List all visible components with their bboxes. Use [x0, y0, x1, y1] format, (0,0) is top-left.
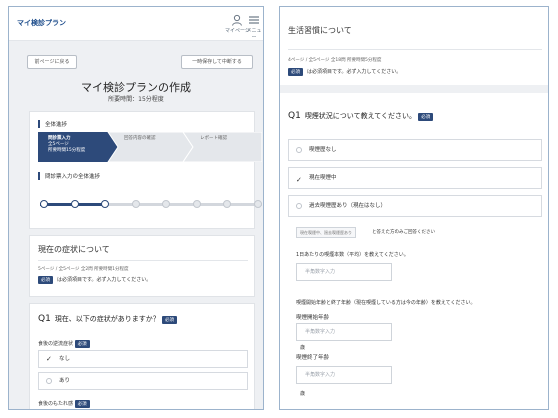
- start-age-label: 喫煙開始年齢: [296, 315, 330, 321]
- question-required-badge: 必須: [418, 113, 434, 121]
- progress-dot: [101, 200, 110, 208]
- question-required-badge: 必須: [162, 316, 178, 324]
- subquestion-1-label: 食後の逆流症状 必須: [38, 340, 94, 348]
- end-age-unit: 歳: [300, 391, 306, 397]
- question-title: Q1 喫煙状況について教えてください。 必須: [288, 111, 437, 121]
- end-age-input[interactable]: 半角数字入力: [296, 366, 392, 384]
- required-note: 必須 は必須項目です。必ず入力してください。: [288, 68, 401, 76]
- conditional-chip: 現在喫煙中、過去喫煙歴あり: [296, 227, 356, 238]
- step-1: 問診票入力 全5ページ 所要時間15分程度: [38, 132, 108, 162]
- subquestion-2-label: 食後のもたれ感 必須: [38, 400, 94, 408]
- progress-track: [40, 200, 262, 208]
- subquestion-2-text: 食後のもたれ感: [38, 401, 74, 407]
- question-progress-label: 問診票入力の全体進捗: [38, 172, 100, 180]
- question-number: Q1: [38, 314, 51, 324]
- option-past-smoker[interactable]: 過去喫煙歴あり（現在はなし）: [288, 195, 542, 217]
- conditional-note: と答えた方のみご回答ください: [372, 230, 435, 235]
- option-none[interactable]: ✓ なし: [38, 350, 248, 368]
- question-text: 現在、以下の症状がありますか？: [54, 315, 160, 323]
- section-header-card: 現在の症状について 5ページ / 全5ページ 全2問 所要時間1分程度 必須 は必…: [29, 235, 255, 297]
- option-currently-smoking-label: 現在喫煙中: [309, 175, 337, 181]
- age-range-label: 喫煙開始年齢と終了年齢（現在喫煙している方は今の年齢）を教えてください。: [296, 300, 476, 306]
- step-2: 回答内容の確認: [114, 132, 180, 162]
- required-badge: 必須: [38, 276, 53, 284]
- start-age-unit: 歳: [300, 345, 306, 351]
- checkmark-icon: ✓: [46, 355, 52, 363]
- end-age-label: 喫煙終了年齢: [296, 355, 330, 361]
- brand-logo[interactable]: マイ検診プラン: [17, 18, 66, 28]
- right-screen: 生活習慣について 4ページ / 全5ページ 全18問 所要時間5分程度 必須 は必…: [279, 6, 549, 410]
- option-past-smoker-label: 過去喫煙歴あり（現在はなし）: [309, 203, 387, 209]
- option-present[interactable]: あり: [38, 372, 248, 390]
- step-3-title: レポート確認: [200, 136, 227, 141]
- step-1-sub: 全5ページ 所要時間15分程度: [48, 142, 86, 153]
- subquestion-1-text: 食後の逆流症状: [38, 341, 74, 347]
- radio-circle-icon: [296, 147, 302, 153]
- subquestion-1-badge: 必須: [74, 340, 90, 348]
- page-title: マイ検診プランの作成: [81, 81, 191, 94]
- option-never-smoked-label: 喫煙歴なし: [309, 147, 337, 153]
- radio-circle-icon: [46, 378, 52, 384]
- progress-card: 全体進捗 問診票入力 全5ページ 所要時間15分程度 回答内容の確認 レポート確…: [29, 111, 262, 229]
- question-card: Q1 現在、以下の症状がありますか？ 必須 食後の逆流症状 必須 ✓ なし あり 食…: [29, 303, 255, 409]
- required-badge: 必須: [288, 68, 303, 76]
- prev-page-button[interactable]: 前ページに戻る: [27, 55, 77, 69]
- option-none-label: なし: [59, 356, 71, 362]
- page-subtitle: 所要時間：15分程度: [108, 96, 164, 103]
- progress-dot: [40, 200, 48, 208]
- menu-button[interactable]: メニュー: [245, 14, 263, 41]
- subquestion-2-badge: 必須: [74, 400, 90, 408]
- question-number: Q1: [288, 111, 301, 121]
- progress-dot: [70, 200, 79, 208]
- menu-icon: [249, 16, 259, 24]
- section-gap: [280, 85, 548, 93]
- progress-dot: [131, 200, 140, 208]
- progress-dot: [192, 200, 201, 208]
- required-note-text: は必須項目です。必ず入力してください。: [307, 69, 402, 75]
- required-note-text: は必須項目です。必ず入力してください。: [57, 277, 152, 283]
- header-bar: マイ検診プラン マイページ メニュー: [9, 7, 263, 41]
- option-currently-smoking[interactable]: ✓ 現在喫煙中: [288, 167, 542, 189]
- divider: [288, 49, 542, 50]
- content-area: 前ページに戻る 一時保存して中断する マイ検診プランの作成 所要時間：15分程度…: [9, 41, 263, 409]
- question-text: 喫煙状況について教えてください。: [304, 112, 417, 120]
- section-heading: 生活習慣について: [288, 26, 352, 35]
- daily-count-input[interactable]: 半角数字入力: [296, 263, 392, 281]
- daily-count-label: 1日あたりの喫煙本数（平均）を教えてください。: [296, 252, 409, 258]
- step-3: レポート確認: [190, 132, 256, 162]
- progress-dot: [162, 200, 171, 208]
- question-title: Q1 現在、以下の症状がありますか？ 必須: [38, 314, 181, 324]
- section-heading: 現在の症状について: [38, 245, 110, 254]
- checkmark-icon: ✓: [296, 176, 302, 184]
- progress-dot: [223, 200, 232, 208]
- step-2-title: 回答内容の確認: [124, 136, 156, 141]
- progress-dot: [254, 200, 262, 208]
- radio-circle-icon: [296, 203, 302, 209]
- save-and-exit-button[interactable]: 一時保存して中断する: [181, 55, 253, 69]
- option-never-smoked[interactable]: 喫煙歴なし: [288, 139, 542, 161]
- option-present-label: あり: [59, 378, 71, 384]
- user-icon: [232, 14, 243, 26]
- overall-progress-label: 全体進捗: [38, 120, 67, 128]
- section-meta: 5ページ / 全5ページ 全2問 所要時間1分程度: [38, 267, 129, 272]
- left-screen: マイ検診プラン マイページ メニュー 前ページに戻る 一時保存して中断する マイ…: [8, 6, 264, 410]
- divider: [38, 260, 248, 261]
- menu-label: メニュー: [246, 28, 262, 41]
- start-age-input[interactable]: 半角数字入力: [296, 323, 392, 341]
- section-meta: 4ページ / 全5ページ 全18問 所要時間5分程度: [288, 58, 382, 63]
- required-note: 必須 は必須項目です。必ず入力してください。: [38, 276, 151, 284]
